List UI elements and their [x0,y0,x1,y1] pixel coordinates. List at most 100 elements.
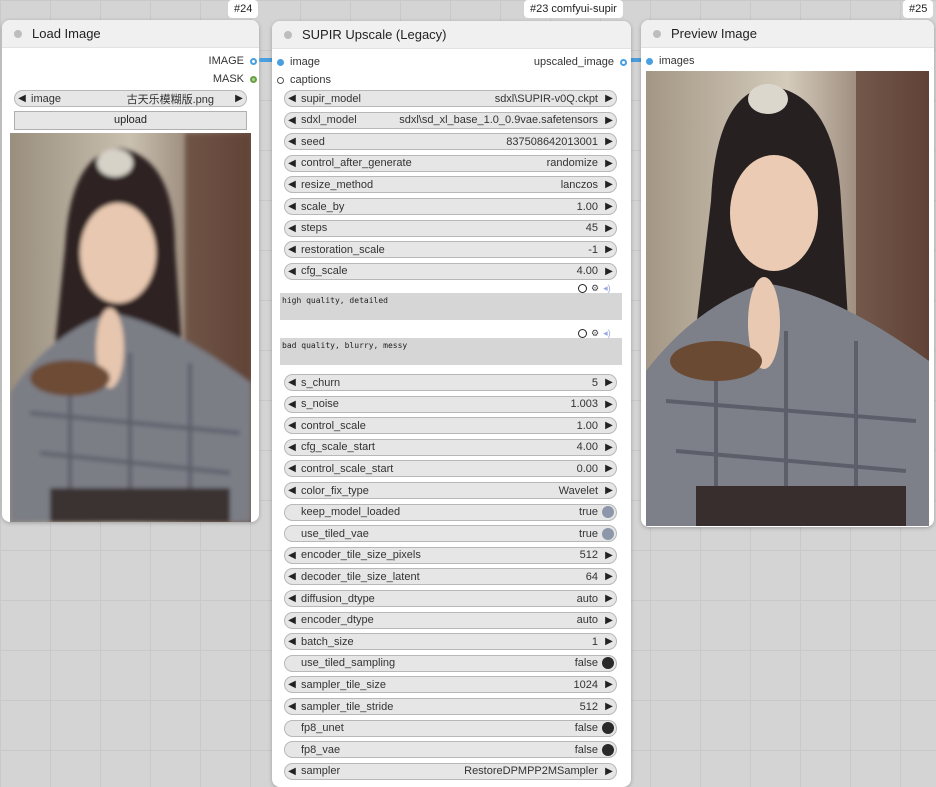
left-arrow-icon[interactable]: ◀ [285,399,299,410]
right-arrow-icon[interactable]: ▶ [602,442,616,453]
toggle-off-icon[interactable] [602,657,614,670]
left-arrow-icon[interactable]: ◀ [285,244,299,255]
widget-cfg-scale-start[interactable]: ◀ cfg_scale_start 4.00 ▶ [284,438,617,456]
left-arrow-icon[interactable]: ◀ [285,136,299,147]
preview-image-node[interactable]: Preview Image images [641,20,934,527]
right-arrow-icon[interactable]: ▶ [602,93,616,104]
right-arrow-icon[interactable]: ▶ [602,377,616,388]
toggle-on-icon[interactable] [602,506,614,519]
widget-use-tiled-sampling[interactable]: use_tiled_sampling false [284,654,617,672]
left-arrow-icon[interactable]: ◀ [285,636,299,647]
widget-keep-model-loaded[interactable]: keep_model_loaded true [284,503,617,521]
right-arrow-icon[interactable]: ▶ [602,399,616,410]
widget-sampler-tile-stride[interactable]: ◀ sampler_tile_stride 512 ▶ [284,698,617,715]
widget-s-churn[interactable]: ◀ s_churn 5 ▶ [284,374,617,391]
right-arrow-icon[interactable]: ▶ [602,636,616,647]
left-arrow-icon[interactable]: ◀ [285,115,299,126]
left-arrow-icon[interactable]: ◀ [285,442,299,453]
widget-use-tiled-vae[interactable]: use_tiled_vae true [284,525,617,543]
collapse-dot-icon[interactable] [284,30,292,39]
right-arrow-icon[interactable]: ▶ [602,201,616,212]
circle-icon[interactable] [578,284,587,293]
right-arrow-icon[interactable]: ▶ [232,93,246,104]
toggle-on-icon[interactable] [602,527,614,540]
right-arrow-icon[interactable]: ▶ [602,136,616,147]
widget-scale-by[interactable]: ◀ scale_by 1.00 ▶ [284,198,617,215]
image-socket-icon[interactable] [646,57,653,65]
right-arrow-icon[interactable]: ▶ [602,485,616,496]
left-arrow-icon[interactable]: ◀ [285,766,299,777]
widget-color-fix-type[interactable]: ◀ color_fix_type Wavelet ▶ [284,482,617,499]
left-arrow-icon[interactable]: ◀ [285,550,299,561]
left-arrow-icon[interactable]: ◀ [285,158,299,169]
right-arrow-icon[interactable]: ▶ [602,266,616,277]
right-arrow-icon[interactable]: ▶ [602,679,616,690]
right-arrow-icon[interactable]: ▶ [602,593,616,604]
node-title-bar[interactable]: Load Image [2,20,259,48]
input-images[interactable]: images [646,55,694,67]
left-arrow-icon[interactable]: ◀ [285,420,299,431]
left-arrow-icon[interactable]: ◀ [285,93,299,104]
widget-diffusion-dtype[interactable]: ◀ diffusion_dtype auto ▶ [284,590,617,607]
load-image-node[interactable]: Load Image IMAGE MASK ◀ image 古天乐模糊版.png… [2,20,259,522]
left-arrow-icon[interactable]: ◀ [285,223,299,234]
toggle-off-icon[interactable] [602,743,614,756]
image-socket-icon[interactable] [250,57,257,65]
widget-batch-size[interactable]: ◀ batch_size 1 ▶ [284,633,617,651]
right-arrow-icon[interactable]: ▶ [602,766,616,777]
output-mask[interactable]: MASK [213,73,257,85]
widget-s-noise[interactable]: ◀ s_noise 1.003 ▶ [284,395,617,413]
output-upscaled-image[interactable]: upscaled_image [534,56,627,68]
supir-upscale-node[interactable]: SUPIR Upscale (Legacy) image captions up… [272,21,631,787]
input-captions[interactable]: captions [277,74,331,86]
widget-encoder-dtype[interactable]: ◀ encoder_dtype auto ▶ [284,611,617,629]
right-arrow-icon[interactable]: ▶ [602,158,616,169]
circle-icon[interactable] [578,329,587,338]
widget-fp8-unet[interactable]: fp8_unet false [284,719,617,737]
widget-encoder-tile-size-pixels[interactable]: ◀ encoder_tile_size_pixels 512 ▶ [284,546,617,564]
right-arrow-icon[interactable]: ▶ [602,615,616,626]
widget-decoder-tile-size-latent[interactable]: ◀ decoder_tile_size_latent 64 ▶ [284,568,617,586]
left-arrow-icon[interactable]: ◀ [285,485,299,496]
right-arrow-icon[interactable]: ▶ [602,701,616,712]
left-arrow-icon[interactable]: ◀ [285,593,299,604]
image-socket-icon[interactable] [277,58,284,66]
widget-supir-model[interactable]: ◀ supir_model sdxl\SUPIR-v0Q.ckpt ▶ [284,90,617,107]
positive-prompt-textarea[interactable]: high quality, detailed [280,293,622,320]
right-arrow-icon[interactable]: ▶ [602,115,616,126]
right-arrow-icon[interactable]: ▶ [602,244,616,255]
widget-control-after-generate[interactable]: ◀ control_after_generate randomize ▶ [284,154,617,172]
widget-control-scale[interactable]: ◀ control_scale 1.00 ▶ [284,417,617,435]
right-arrow-icon[interactable]: ▶ [602,179,616,190]
node-title-bar[interactable]: SUPIR Upscale (Legacy) [272,21,631,49]
mask-socket-icon[interactable] [250,75,257,83]
image-socket-icon[interactable] [620,58,627,66]
widget-sampler-tile-size[interactable]: ◀ sampler_tile_size 1024 ▶ [284,676,617,694]
left-arrow-icon[interactable]: ◀ [285,679,299,690]
widget-seed[interactable]: ◀ seed 837508642013001 ▶ [284,133,617,151]
widget-control-scale-start[interactable]: ◀ control_scale_start 0.00 ▶ [284,460,617,478]
captions-socket-icon[interactable] [277,76,284,84]
widget-sampler[interactable]: ◀ sampler RestoreDPMPP2MSampler ▶ [284,762,617,780]
left-arrow-icon[interactable]: ◀ [15,93,29,104]
right-arrow-icon[interactable]: ▶ [602,223,616,234]
toggle-off-icon[interactable] [602,722,614,735]
left-arrow-icon[interactable]: ◀ [285,463,299,474]
right-arrow-icon[interactable]: ▶ [602,463,616,474]
right-arrow-icon[interactable]: ▶ [602,571,616,582]
left-arrow-icon[interactable]: ◀ [285,266,299,277]
input-image[interactable]: image [277,56,320,68]
left-arrow-icon[interactable]: ◀ [285,571,299,582]
left-arrow-icon[interactable]: ◀ [285,179,299,190]
widget-sdxl-model[interactable]: ◀ sdxl_model sdxl\sd_xl_base_1.0_0.9vae.sa… [284,111,617,129]
left-arrow-icon[interactable]: ◀ [285,201,299,212]
output-image[interactable]: IMAGE [209,55,257,67]
upload-button[interactable]: upload [14,111,247,130]
left-arrow-icon[interactable]: ◀ [285,701,299,712]
negative-prompt-textarea[interactable]: bad quality, blurry, messy [280,338,622,365]
collapse-dot-icon[interactable] [14,29,22,38]
right-arrow-icon[interactable]: ▶ [602,420,616,431]
widget-fp8-vae[interactable]: fp8_vae false [284,741,617,759]
image-select[interactable]: ◀ image 古天乐模糊版.png ▶ [14,90,247,107]
widget-cfg-scale[interactable]: ◀ cfg_scale 4.00 ▶ [284,262,617,280]
